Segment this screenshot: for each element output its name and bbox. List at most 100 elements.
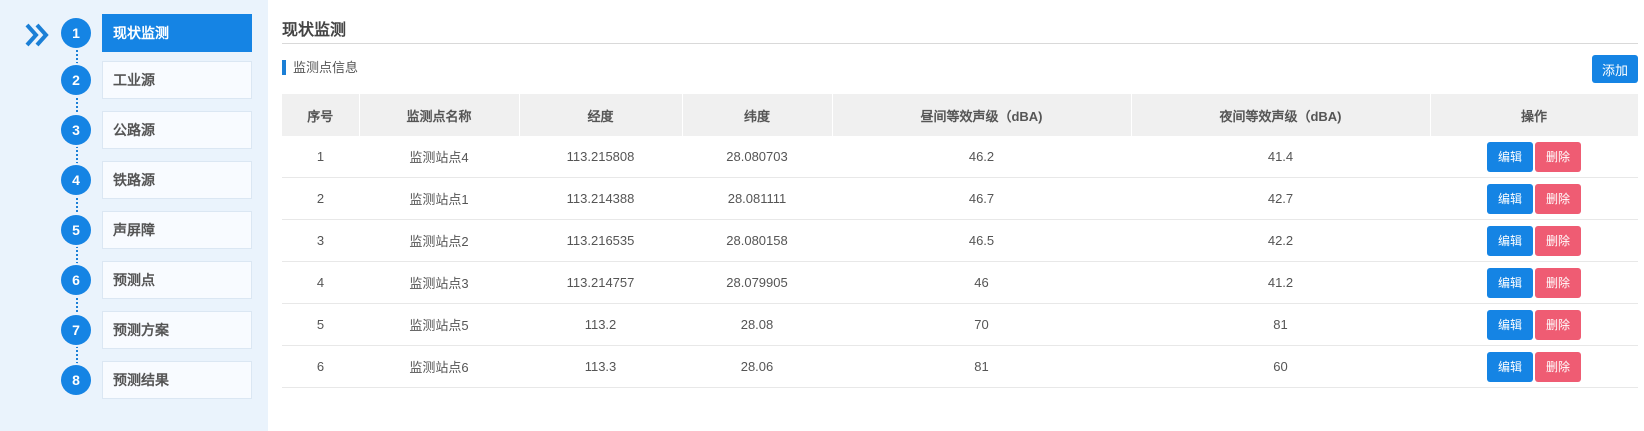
cell-latitude: 28.08: [682, 303, 832, 346]
cell-longitude: 113.214388: [519, 177, 682, 220]
cell-longitude: 113.3: [519, 345, 682, 388]
cell-no: 2: [282, 177, 359, 220]
section-accent-bar: [282, 60, 286, 75]
step-item-4[interactable]: 4 铁路源: [60, 161, 252, 199]
step-number: 2: [61, 65, 91, 95]
edit-button[interactable]: 编辑: [1487, 141, 1533, 172]
table-row: 6 监测站点6 113.3 28.06 81 60 编辑 删除: [282, 345, 1638, 388]
cell-actions: 编辑 删除: [1430, 261, 1638, 304]
double-chevron-right-icon[interactable]: [24, 22, 50, 48]
delete-button[interactable]: 删除: [1535, 141, 1581, 172]
cell-no: 1: [282, 136, 359, 178]
step-item-7[interactable]: 7 预测方案: [60, 311, 252, 349]
step-number: 3: [61, 115, 91, 145]
step-item-5[interactable]: 5 声屏障: [60, 211, 252, 249]
cell-latitude: 28.06: [682, 345, 832, 388]
cell-latitude: 28.080703: [682, 136, 832, 178]
edit-button[interactable]: 编辑: [1487, 183, 1533, 214]
cell-actions: 编辑 删除: [1430, 303, 1638, 346]
step-number: 7: [61, 315, 91, 345]
add-button[interactable]: 添加: [1592, 55, 1638, 83]
step-number: 1: [61, 18, 91, 48]
step-item-3[interactable]: 3 公路源: [60, 111, 252, 149]
cell-day-level: 46.5: [832, 219, 1131, 262]
step-label: 声屏障: [102, 211, 252, 249]
cell-latitude: 28.079905: [682, 261, 832, 304]
step-item-1[interactable]: 1 现状监测: [60, 14, 252, 52]
cell-longitude: 113.2: [519, 303, 682, 346]
cell-longitude: 113.216535: [519, 219, 682, 262]
cell-latitude: 28.081111: [682, 177, 832, 220]
cell-day-level: 81: [832, 345, 1131, 388]
step-number: 6: [61, 265, 91, 295]
delete-button[interactable]: 删除: [1535, 225, 1581, 256]
cell-actions: 编辑 删除: [1430, 177, 1638, 220]
delete-button[interactable]: 删除: [1535, 351, 1581, 382]
table-row: 1 监测站点4 113.215808 28.080703 46.2 41.4 编…: [282, 136, 1638, 178]
cell-night-level: 42.7: [1131, 177, 1430, 220]
column-header-latitude: 纬度: [682, 94, 833, 136]
cell-night-level: 81: [1131, 303, 1430, 346]
table-row: 3 监测站点2 113.216535 28.080158 46.5 42.2 编…: [282, 219, 1638, 262]
column-header-name: 监测点名称: [359, 94, 520, 136]
cell-name: 监测站点1: [359, 177, 519, 220]
monitoring-points-table: 序号 监测点名称 经度 纬度 昼间等效声级（dBA) 夜间等效声级（dBA) 操…: [282, 94, 1639, 388]
edit-button[interactable]: 编辑: [1487, 225, 1533, 256]
cell-no: 4: [282, 261, 359, 304]
page-title: 现状监测: [282, 22, 347, 39]
table-row: 4 监测站点3 113.214757 28.079905 46 41.2 编辑删…: [282, 261, 1638, 304]
table-header-row: 序号 监测点名称 经度 纬度 昼间等效声级（dBA) 夜间等效声级（dBA) 操…: [282, 94, 1639, 136]
cell-no: 5: [282, 303, 359, 346]
cell-longitude: 113.215808: [519, 136, 682, 178]
step-label: 预测结果: [102, 361, 252, 399]
cell-day-level: 46: [832, 261, 1131, 304]
edit-button[interactable]: 编辑: [1487, 351, 1533, 382]
cell-night-level: 60: [1131, 345, 1430, 388]
step-label: 工业源: [102, 61, 252, 99]
step-item-2[interactable]: 2 工业源: [60, 61, 252, 99]
delete-button[interactable]: 删除: [1535, 267, 1581, 298]
cell-longitude: 113.214757: [519, 261, 682, 304]
edit-button[interactable]: 编辑: [1487, 309, 1533, 340]
cell-day-level: 46.2: [832, 136, 1131, 178]
cell-name: 监测站点6: [359, 345, 519, 388]
column-header-night-level: 夜间等效声级（dBA): [1131, 94, 1431, 136]
cell-actions: 编辑 删除: [1430, 345, 1638, 388]
sidebar: 1 现状监测 2 工业源 3 公路源 4 铁路源 5 声屏障 6 预测点 7 预…: [0, 0, 268, 431]
cell-actions: 编辑 删除: [1430, 219, 1638, 262]
title-divider: [282, 43, 1638, 44]
column-header-actions: 操作: [1430, 94, 1639, 136]
cell-day-level: 70: [832, 303, 1131, 346]
step-number: 8: [61, 365, 91, 395]
cell-no: 3: [282, 219, 359, 262]
main-content: 现状监测 监测点信息 添加 序号 监测点名称 经度 纬度 昼间等效声级（dBA)…: [282, 0, 1639, 431]
step-label: 现状监测: [102, 14, 252, 52]
cell-no: 6: [282, 345, 359, 388]
cell-name: 监测站点4: [359, 136, 519, 178]
cell-name: 监测站点5: [359, 303, 519, 346]
delete-button[interactable]: 删除: [1535, 183, 1581, 214]
column-header-longitude: 经度: [519, 94, 683, 136]
cell-name: 监测站点3: [359, 261, 519, 304]
edit-button[interactable]: 编辑: [1487, 267, 1533, 298]
step-label: 公路源: [102, 111, 252, 149]
cell-actions: 编辑 删除: [1430, 136, 1638, 178]
section-title: 监测点信息: [293, 60, 359, 75]
step-label: 铁路源: [102, 161, 252, 199]
cell-name: 监测站点2: [359, 219, 519, 262]
step-item-6[interactable]: 6 预测点: [60, 261, 252, 299]
cell-day-level: 46.7: [832, 177, 1131, 220]
step-label: 预测点: [102, 261, 252, 299]
column-header-no: 序号: [282, 94, 360, 136]
cell-night-level: 41.4: [1131, 136, 1430, 178]
table-row: 2 监测站点1 113.214388 28.081111 46.7 42.7 编…: [282, 177, 1638, 220]
cell-night-level: 41.2: [1131, 261, 1430, 304]
step-label: 预测方案: [102, 311, 252, 349]
column-header-day-level: 昼间等效声级（dBA): [832, 94, 1132, 136]
step-number: 5: [61, 215, 91, 245]
cell-latitude: 28.080158: [682, 219, 832, 262]
cell-night-level: 42.2: [1131, 219, 1430, 262]
table-row: 5 监测站点5 113.2 28.08 70 81 编辑 删除: [282, 303, 1638, 346]
step-item-8[interactable]: 8 预测结果: [60, 361, 252, 399]
delete-button[interactable]: 删除: [1535, 309, 1581, 340]
